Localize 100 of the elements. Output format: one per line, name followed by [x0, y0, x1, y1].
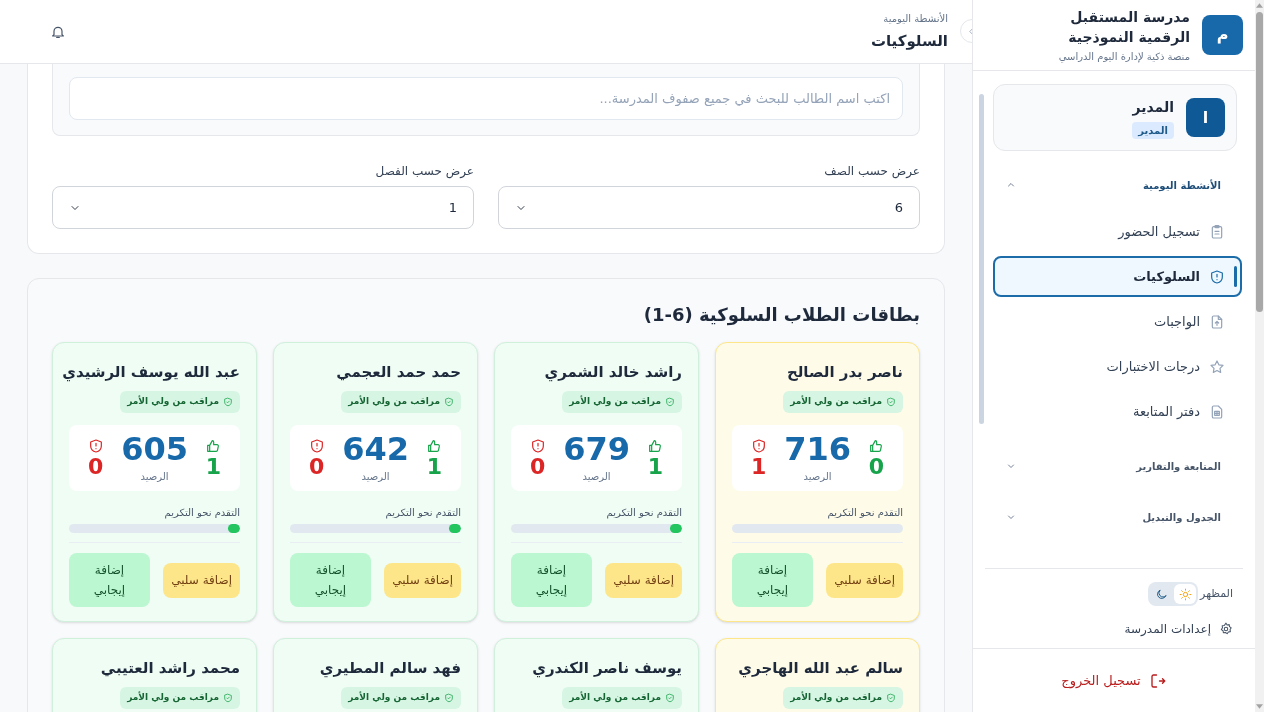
sun-icon	[1178, 587, 1192, 601]
progress-label: التقدم نحو التكريم	[605, 506, 682, 520]
file-upload-icon	[1209, 313, 1225, 330]
positive-count: 1	[205, 456, 221, 478]
shield-alert-icon	[308, 438, 325, 454]
balance-label: الرصيد	[803, 469, 832, 484]
clipboard-icon	[1209, 223, 1225, 240]
logout-icon	[1148, 671, 1167, 690]
monitored-badge: مراقب من ولي الأمر	[120, 391, 240, 413]
progress-label: التقدم نحو التكريم	[826, 506, 903, 520]
section-title: بطاقات الطلاب السلوكية (6-1)	[642, 303, 920, 328]
balance-value: 679	[563, 432, 630, 465]
shield-check-icon	[886, 397, 896, 407]
thumbs-up-icon	[205, 438, 222, 454]
add-negative-button[interactable]: إضافة سلبي	[605, 562, 682, 598]
shield-check-icon	[444, 693, 454, 703]
school-name: مدرسة المستقبل الرقمية النموذجية	[1067, 7, 1190, 47]
school-logo: م	[1202, 15, 1243, 55]
nav-section-header[interactable]: الأنشطة اليومية	[993, 168, 1237, 202]
student-name: راشد خالد الشمري	[543, 362, 683, 384]
shield-check-icon	[444, 397, 454, 407]
thumbs-up-icon	[647, 438, 664, 454]
monitored-badge: مراقب من ولي الأمر	[562, 391, 682, 413]
negative-count: 0	[309, 456, 325, 478]
settings-link[interactable]: إعدادات المدرسة	[995, 620, 1233, 638]
scrollbar-thumb[interactable]	[1256, 12, 1263, 312]
shield-alert-icon	[529, 438, 546, 454]
student-name: حمد حمد العجمي	[335, 362, 462, 383]
page-title: السلوكيات	[870, 30, 948, 52]
progress-label: التقدم نحو التكريم	[384, 506, 461, 520]
monitored-badge: مراقب من ولي الأمر	[783, 391, 903, 413]
positive-count: 0	[868, 456, 884, 478]
nav-scrollbar[interactable]	[978, 94, 984, 424]
active-indicator	[1234, 266, 1237, 287]
student-name: يوسف ناصر الكندري	[531, 658, 683, 680]
thumbs-up-icon	[868, 438, 885, 454]
search-field[interactable]: اكتب اسم الطالب للبحث في جميع صفوف المدرسة...	[69, 77, 903, 120]
student-name: سالم عبد الله الهاجري	[737, 658, 904, 680]
add-negative-button[interactable]: إضافة سلبي	[384, 562, 461, 598]
scroll-up-icon[interactable]	[1256, 3, 1263, 8]
student-name: ناصر بدر الصالح	[785, 362, 904, 383]
monitored-badge: مراقب من ولي الأمر	[341, 391, 461, 413]
nav-section-header[interactable]: الجدول والتبديل	[993, 500, 1237, 534]
monitored-badge: مراقب من ولي الأمر	[562, 687, 682, 709]
scroll-down-icon[interactable]	[1256, 704, 1263, 709]
student-name: عبد الله يوسف الرشيدي	[65, 362, 241, 384]
balance-value: 605	[121, 432, 188, 465]
shield-check-icon	[665, 693, 675, 703]
filter-label: عرض حسب الصف	[823, 163, 920, 180]
monitored-badge: مراقب من ولي الأمر	[341, 687, 461, 709]
shield-check-icon	[886, 693, 896, 703]
star-icon	[1209, 358, 1225, 375]
user-name: المدير	[1132, 97, 1174, 118]
shield-alert-icon	[87, 438, 104, 454]
school-tagline: منصة ذكية لإدارة اليوم الدراسي	[1058, 49, 1190, 64]
dropdown[interactable]: 6	[498, 186, 920, 229]
nav-section-header[interactable]: المتابعة والتقارير	[993, 449, 1237, 483]
balance-value: 642	[342, 432, 409, 465]
balance-label: الرصيد	[361, 469, 390, 484]
positive-count: 1	[426, 456, 442, 478]
moon-icon	[1154, 587, 1168, 601]
negative-count: 1	[751, 456, 767, 478]
user-avatar: ا	[1186, 98, 1225, 137]
negative-count: 0	[88, 456, 104, 478]
theme-label: المظهر	[1200, 585, 1233, 602]
shield-check-icon	[665, 397, 675, 407]
monitored-badge: مراقب من ولي الأمر	[783, 687, 903, 709]
add-positive-button[interactable]: إضافة إيجابي	[69, 553, 150, 607]
spreadsheet-icon	[1209, 403, 1225, 420]
add-negative-button[interactable]: إضافة سلبي	[826, 562, 903, 598]
add-positive-button[interactable]: إضافة إيجابي	[290, 553, 371, 607]
filter-label: عرض حسب الفصل	[374, 163, 474, 180]
balance-value: 716	[784, 432, 851, 465]
nav-item[interactable]: دفتر المتابعة	[993, 391, 1242, 432]
student-name: محمد راشد العتيبي	[99, 658, 241, 679]
add-positive-button[interactable]: إضافة إيجابي	[511, 553, 592, 607]
logout-button[interactable]: تسجيل الخروج	[1061, 670, 1167, 691]
monitored-badge: مراقب من ولي الأمر	[120, 687, 240, 709]
dropdown[interactable]: 1	[52, 186, 474, 229]
nav-item[interactable]: الواجبات	[993, 301, 1242, 342]
student-name: فهد سالم المطيري	[318, 658, 462, 680]
balance-label: الرصيد	[140, 469, 169, 484]
thumbs-up-icon	[426, 438, 443, 454]
theme-toggle[interactable]	[1148, 582, 1199, 606]
breadcrumb: الأنشطة اليومية	[883, 11, 948, 26]
progress-label: التقدم نحو التكريم	[163, 506, 240, 520]
add-negative-button[interactable]: إضافة سلبي	[163, 562, 240, 598]
shield-check-icon	[223, 397, 233, 407]
positive-count: 1	[647, 456, 663, 478]
shield-alert-icon	[1209, 268, 1225, 285]
shield-check-icon	[223, 693, 233, 703]
role-badge: المدير	[1132, 121, 1174, 139]
add-positive-button[interactable]: إضافة إيجابي	[732, 553, 813, 607]
shield-alert-icon	[750, 438, 767, 454]
negative-count: 0	[530, 456, 546, 478]
nav-item[interactable]: السلوكيات	[993, 256, 1242, 297]
balance-label: الرصيد	[582, 469, 611, 484]
nav-item[interactable]: تسجيل الحضور	[993, 211, 1242, 252]
nav-item[interactable]: درجات الاختبارات	[993, 346, 1242, 387]
gear-icon	[1219, 622, 1233, 636]
